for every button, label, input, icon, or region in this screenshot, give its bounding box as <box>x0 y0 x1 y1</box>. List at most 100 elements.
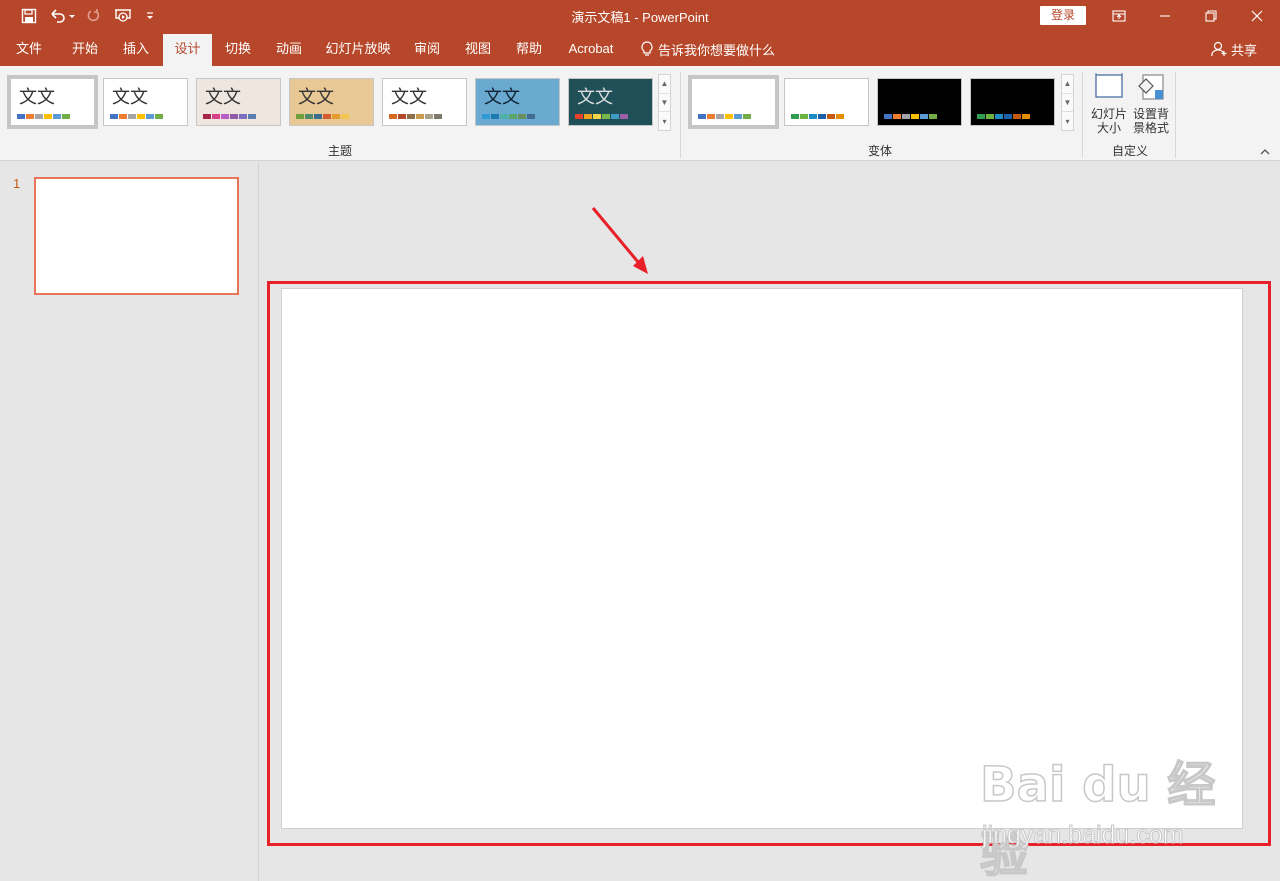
gallery-up-icon[interactable]: ▲ <box>1062 75 1073 94</box>
color-swatch <box>509 114 517 119</box>
color-swatch <box>743 114 751 119</box>
group-label-customize: 自定义 <box>1111 144 1148 158</box>
color-swatch <box>230 114 238 119</box>
annotation-arrow-icon <box>591 207 648 274</box>
color-swatch <box>407 114 415 119</box>
color-swatch <box>1004 114 1012 119</box>
variant-thumbnail[interactable] <box>970 78 1055 126</box>
theme-thumbnail[interactable]: 文文 <box>196 78 281 126</box>
theme-thumbnail[interactable]: 文文 <box>7 75 98 129</box>
color-swatch <box>929 114 937 119</box>
color-swatch <box>491 114 499 119</box>
color-swatch <box>911 114 919 119</box>
redo-icon[interactable] <box>83 0 103 32</box>
color-swatch <box>35 114 43 119</box>
color-swatch <box>995 114 1003 119</box>
close-icon[interactable] <box>1234 0 1280 32</box>
color-swatch <box>248 114 256 119</box>
tab-transitions[interactable]: 切换 <box>214 32 262 66</box>
theme-color-swatches <box>17 114 70 119</box>
format-background-button[interactable]: 设置背景格式 <box>1130 72 1172 138</box>
theme-color-swatches <box>575 114 628 119</box>
themes-gallery-scroll[interactable]: ▲ ▼ ▾ <box>658 74 671 131</box>
format-background-label: 设置背景格式 <box>1132 107 1169 135</box>
start-from-beginning-icon[interactable] <box>111 0 135 32</box>
slide-size-button[interactable]: 幻灯片大小 <box>1088 72 1130 138</box>
theme-color-swatches <box>110 114 163 119</box>
color-swatch <box>611 114 619 119</box>
theme-sample-text: 文文 <box>205 87 241 108</box>
tell-me-label: 告诉我你想要做什么 <box>658 42 776 58</box>
undo-icon[interactable] <box>47 0 77 32</box>
variant-color-swatches <box>698 114 751 119</box>
theme-thumbnail[interactable]: 文文 <box>103 78 188 126</box>
theme-sample-text: 文文 <box>484 87 520 108</box>
variants-gallery-scroll[interactable]: ▲ ▼ ▾ <box>1061 74 1074 131</box>
customize-qat-icon[interactable] <box>143 0 157 32</box>
theme-thumbnail[interactable]: 文文 <box>568 78 653 126</box>
slide-size-label: 幻灯片大小 <box>1090 107 1127 135</box>
tab-home[interactable]: 开始 <box>60 32 110 66</box>
restore-icon[interactable] <box>1188 0 1234 32</box>
theme-color-swatches <box>389 114 442 119</box>
gallery-down-icon[interactable]: ▼ <box>659 94 670 113</box>
gallery-more-icon[interactable]: ▾ <box>1062 112 1073 130</box>
tab-slide-show[interactable]: 幻灯片放映 <box>318 32 398 66</box>
color-swatch <box>527 114 535 119</box>
color-swatch <box>155 114 163 119</box>
minimize-icon[interactable] <box>1142 0 1188 32</box>
tab-insert[interactable]: 插入 <box>112 32 160 66</box>
gallery-up-icon[interactable]: ▲ <box>659 75 670 94</box>
variant-thumbnail[interactable] <box>688 75 779 129</box>
color-swatch <box>584 114 592 119</box>
tab-help[interactable]: 帮助 <box>506 32 552 66</box>
ribbon-design: ▲ ▼ ▾ 主题 ▲ ▼ ▾ 变体 幻灯片大小 设置背景格式 自定义 文文 文文 文… <box>0 66 1280 161</box>
theme-thumbnail[interactable]: 文文 <box>382 78 467 126</box>
color-swatch <box>119 114 127 119</box>
color-swatch <box>398 114 406 119</box>
color-swatch <box>734 114 742 119</box>
color-swatch <box>389 114 397 119</box>
color-swatch <box>314 114 322 119</box>
theme-color-swatches <box>296 114 349 119</box>
theme-sample-text: 文文 <box>298 87 334 108</box>
tell-me-search[interactable]: 告诉我你想要做什么 <box>640 32 775 66</box>
theme-thumbnail[interactable]: 文文 <box>289 78 374 126</box>
login-button[interactable]: 登录 <box>1040 6 1086 25</box>
watermark-logo: Bai du 经验 <box>979 756 1216 881</box>
tab-acrobat[interactable]: Acrobat <box>558 32 624 66</box>
group-separator <box>1175 72 1176 158</box>
color-swatch <box>26 114 34 119</box>
gallery-down-icon[interactable]: ▼ <box>1062 94 1073 113</box>
slide-thumbnail[interactable] <box>34 177 239 295</box>
color-swatch <box>341 114 349 119</box>
theme-sample-text: 文文 <box>577 87 613 108</box>
tab-design[interactable]: 设计 <box>163 34 212 66</box>
tab-animations[interactable]: 动画 <box>266 32 312 66</box>
variant-thumbnail[interactable] <box>784 78 869 126</box>
tab-review[interactable]: 审阅 <box>404 32 450 66</box>
variant-color-swatches <box>884 114 937 119</box>
color-swatch <box>44 114 52 119</box>
person-icon <box>1211 41 1227 57</box>
color-swatch <box>602 114 610 119</box>
color-swatch <box>593 114 601 119</box>
color-swatch <box>416 114 424 119</box>
share-button[interactable]: 共享 <box>1211 32 1257 66</box>
tab-file[interactable]: 文件 <box>6 32 52 66</box>
save-icon[interactable] <box>18 0 40 32</box>
variant-thumbnail[interactable] <box>877 78 962 126</box>
watermark: Bai du 经验 jingyan.baidu.com <box>979 745 1220 881</box>
theme-color-swatches <box>482 114 535 119</box>
gallery-more-icon[interactable]: ▾ <box>659 112 670 130</box>
tab-view[interactable]: 视图 <box>455 32 501 66</box>
color-swatch <box>977 114 985 119</box>
ribbon-tab-bar: 文件 开始 插入 设计 切换 动画 幻灯片放映 审阅 视图 帮助 Acrobat… <box>0 32 1280 66</box>
collapse-ribbon-icon[interactable] <box>1258 146 1272 158</box>
color-swatch <box>884 114 892 119</box>
ribbon-display-options-icon[interactable] <box>1096 0 1142 32</box>
theme-thumbnail[interactable]: 文文 <box>475 78 560 126</box>
color-swatch <box>920 114 928 119</box>
color-swatch <box>620 114 628 119</box>
color-swatch <box>698 114 706 119</box>
